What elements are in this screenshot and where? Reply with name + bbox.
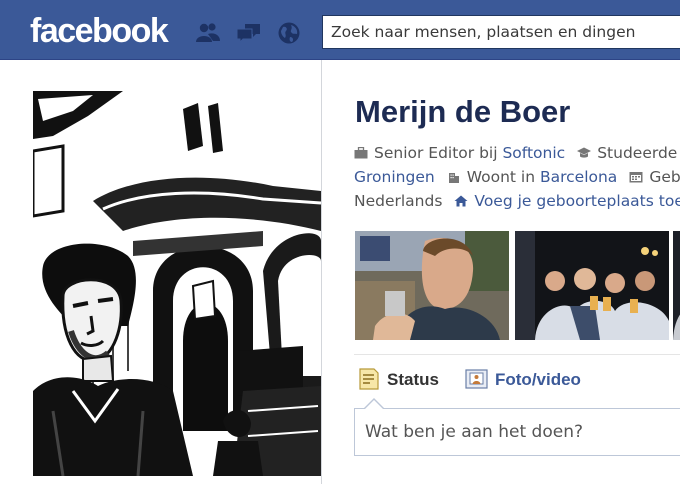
status-note-icon <box>357 368 381 390</box>
briefcase-icon <box>354 147 368 159</box>
info-line-language-hometown: Nederlands Voeg je geboorteplaats toe <box>354 191 680 211</box>
status-input[interactable] <box>355 409 680 455</box>
messages-icon[interactable] <box>236 21 262 45</box>
tab-photo-video[interactable]: Foto/video <box>465 368 581 391</box>
study-place-link[interactable]: Groningen <box>354 168 435 186</box>
column-divider <box>321 60 322 484</box>
language-text: Nederlands <box>354 192 443 210</box>
lives-city-link[interactable]: Barcelona <box>540 168 617 186</box>
home-icon <box>454 195 468 207</box>
tab-status[interactable]: Status <box>357 368 439 391</box>
info-line-location: Groningen Woont in Barcelona Geb <box>354 167 680 187</box>
friend-requests-icon[interactable] <box>195 21 221 45</box>
profile-name[interactable]: Merijn de Boer <box>355 94 570 130</box>
add-hometown-link[interactable]: Voeg je geboorteplaats toe <box>474 192 680 210</box>
study-prefix: Studeerde <box>597 144 678 162</box>
profile-photo-thumbnail[interactable] <box>515 231 669 340</box>
tab-status-label: Status <box>387 370 439 389</box>
profile-picture[interactable] <box>33 91 321 476</box>
profile-photo-thumbnail[interactable] <box>673 231 680 340</box>
notifications-globe-icon[interactable] <box>276 21 302 45</box>
facebook-logo[interactable]: facebook <box>30 9 169 53</box>
profile-photo-thumbnail[interactable] <box>355 231 509 340</box>
calendar-icon <box>629 171 643 183</box>
work-prefix: Senior Editor bij <box>374 144 503 162</box>
top-bar: facebook <box>0 0 680 60</box>
graduation-cap-icon <box>577 147 592 159</box>
status-composer[interactable] <box>354 408 680 456</box>
composer-divider <box>354 354 680 355</box>
info-line-work-study: Senior Editor bij Softonic Studeerde <box>354 143 677 163</box>
lives-prefix: Woont in <box>466 168 540 186</box>
search-box[interactable] <box>322 15 680 49</box>
birth-prefix: Geb <box>649 168 680 186</box>
photo-icon <box>465 368 489 390</box>
search-input[interactable] <box>323 16 680 48</box>
work-company-link[interactable]: Softonic <box>502 144 565 162</box>
tab-photo-label: Foto/video <box>495 370 581 389</box>
building-icon <box>447 171 461 183</box>
composer-pointer-fill <box>365 400 383 409</box>
